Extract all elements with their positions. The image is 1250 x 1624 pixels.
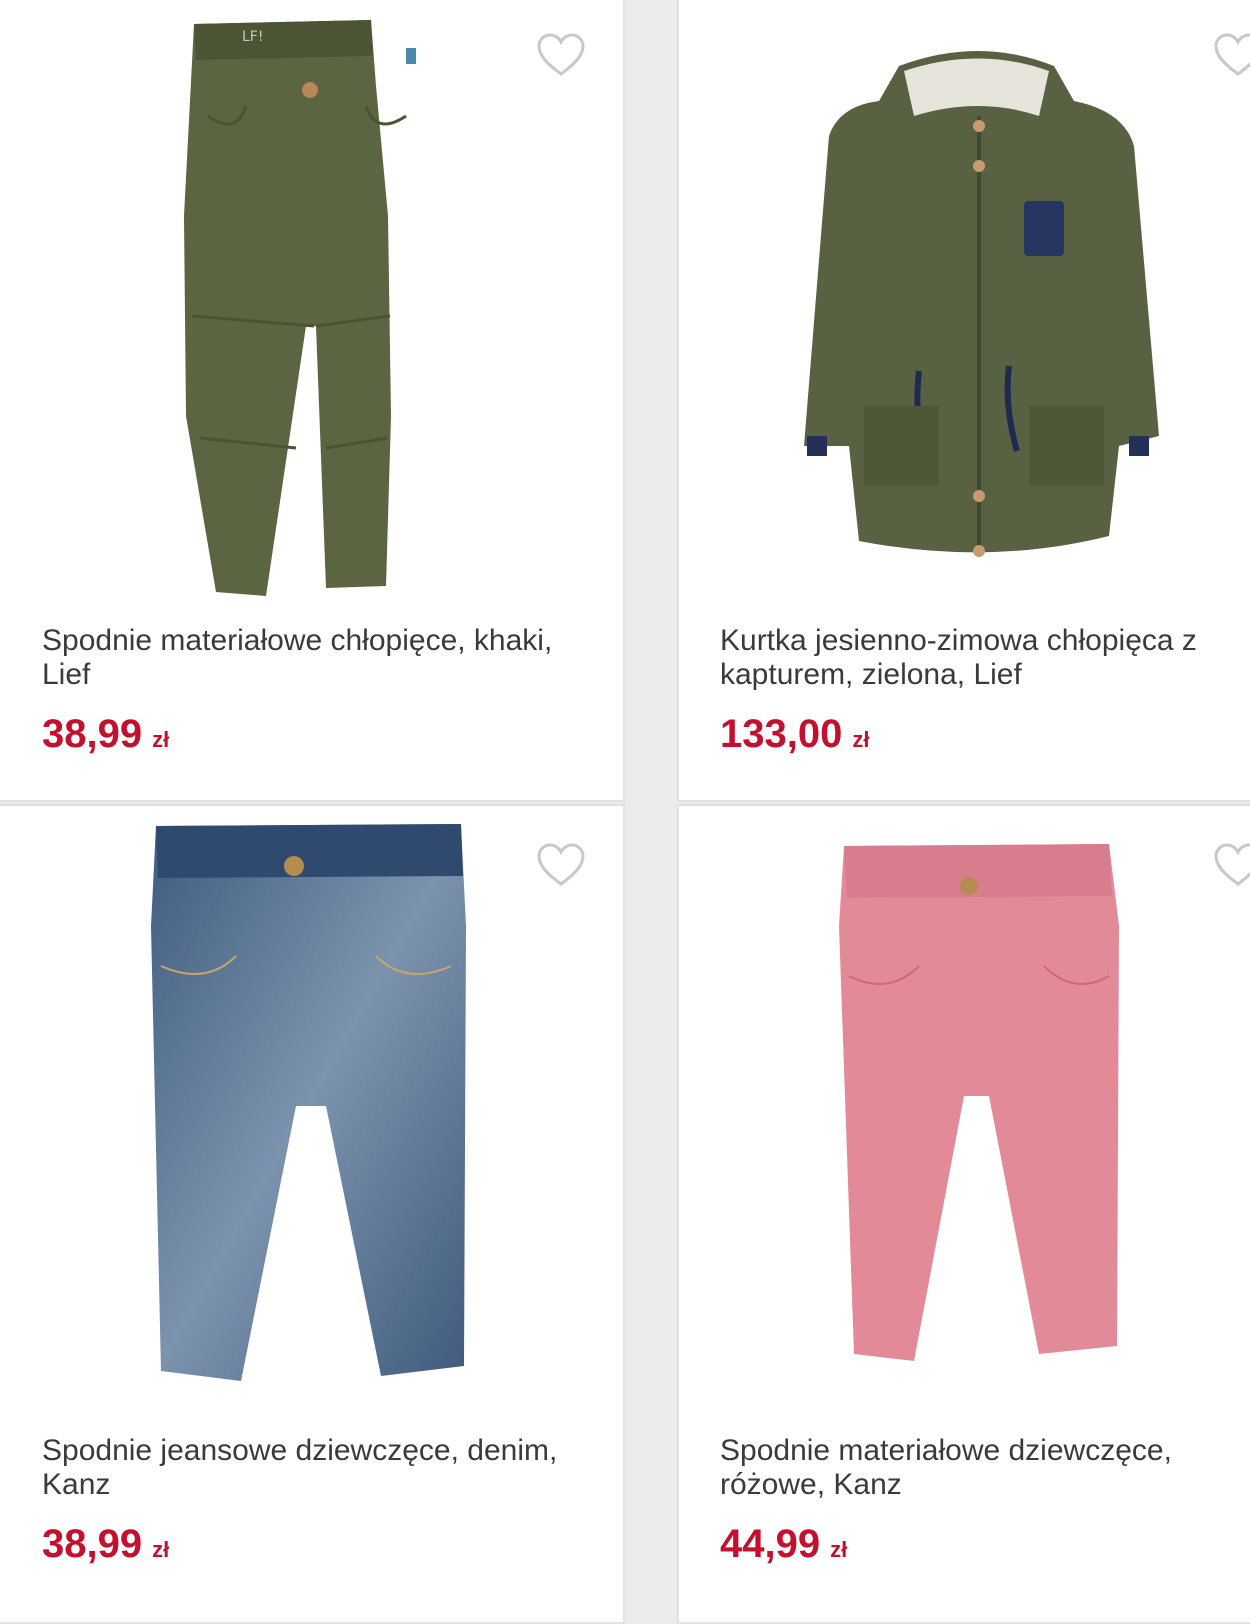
price-value: 38,99 <box>42 1522 143 1566</box>
product-grid: LF! Spodnie materiałowe chłopięce, khaki… <box>0 0 1250 1624</box>
product-card[interactable]: LF! Spodnie materiałowe chłopięce, khaki… <box>0 0 625 802</box>
heart-outline-icon[interactable] <box>536 842 586 888</box>
price-value: 133,00 <box>720 712 843 756</box>
heart-outline-icon[interactable] <box>1213 32 1250 78</box>
heart-outline-icon[interactable] <box>536 32 586 78</box>
product-title[interactable]: Spodnie materiałowe dziewczęce, różowe, … <box>720 1434 1250 1502</box>
product-image-pink-pants[interactable] <box>679 806 1250 1416</box>
currency-label: zł <box>152 727 170 752</box>
product-card[interactable]: Spodnie materiałowe dziewczęce, różowe, … <box>677 804 1250 1624</box>
heart-outline-icon[interactable] <box>1213 842 1250 888</box>
product-title[interactable]: Spodnie materiałowe chłopięce, khaki, Li… <box>42 624 582 692</box>
product-price: 133,00 zł <box>720 712 869 757</box>
product-price: 44,99 zł <box>720 1522 847 1567</box>
product-image-denim-jeans[interactable] <box>0 806 623 1416</box>
product-title[interactable]: Spodnie jeansowe dziewczęce, denim, Kanz <box>42 1434 582 1502</box>
svg-text:LF!: LF! <box>242 29 263 45</box>
currency-label: zł <box>830 1537 848 1562</box>
product-price: 38,99 zł <box>42 1522 169 1567</box>
product-title[interactable]: Kurtka jesienno-zimowa chłopięca z kaptu… <box>720 624 1250 692</box>
price-value: 44,99 <box>720 1522 821 1566</box>
product-price: 38,99 zł <box>42 712 169 757</box>
product-card[interactable]: Spodnie jeansowe dziewczęce, denim, Kanz… <box>0 804 625 1624</box>
product-image-khaki-pants[interactable]: LF! <box>0 0 623 606</box>
price-value: 38,99 <box>42 712 143 756</box>
currency-label: zł <box>152 1537 170 1562</box>
product-image-green-jacket[interactable] <box>679 0 1250 606</box>
product-card[interactable]: Kurtka jesienno-zimowa chłopięca z kaptu… <box>677 0 1250 802</box>
currency-label: zł <box>852 727 870 752</box>
